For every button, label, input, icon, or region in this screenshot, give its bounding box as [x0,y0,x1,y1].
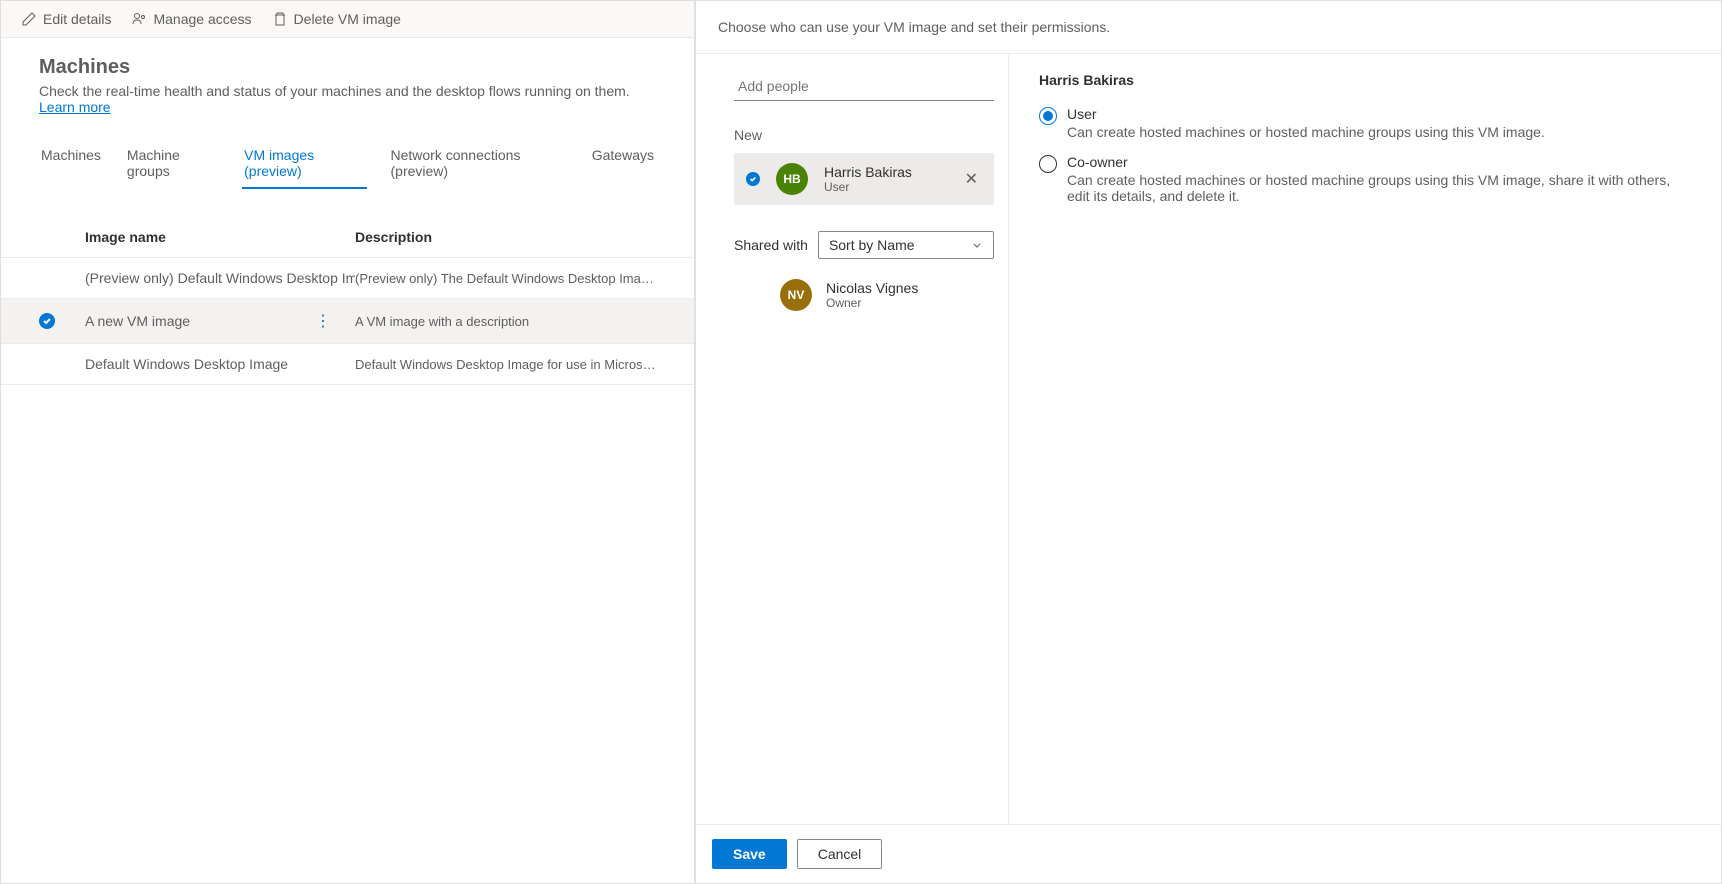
person-selected-check-icon [746,172,760,186]
sort-select[interactable]: Sort by Name [818,231,994,259]
image-desc-cell: (Preview only) The Default Windows Deskt… [355,271,656,286]
sort-select-value: Sort by Name [829,237,915,253]
permission-option-coowner[interactable]: Co-owner Can create hosted machines or h… [1039,154,1691,204]
table-row[interactable]: (Preview only) Default Windows Desktop I… [1,258,694,299]
trash-icon [272,11,288,27]
image-desc-cell: A VM image with a description [355,314,656,329]
tab-machine-groups[interactable]: Machine groups [125,139,220,189]
column-description[interactable]: Description [355,229,656,245]
image-name-cell: (Preview only) Default Windows Desktop I… [85,270,355,286]
person-role: Owner [826,296,994,310]
delete-vm-label: Delete VM image [294,11,401,27]
tab-vm-images[interactable]: VM images (preview) [242,139,366,189]
avatar: HB [776,163,808,195]
edit-details-button[interactable]: Edit details [21,11,111,27]
radio-description: Can create hosted machines or hosted mac… [1067,124,1545,140]
radio-label: Co-owner [1067,154,1691,170]
tabs: Machines Machine groups VM images (previ… [1,125,694,189]
tab-network-connections[interactable]: Network connections (preview) [389,139,568,189]
radio-description: Can create hosted machines or hosted mac… [1067,172,1691,204]
chevron-down-icon [971,239,983,251]
image-name-cell: A new VM image [85,313,190,329]
person-role: User [824,180,945,194]
radio-label: User [1067,106,1545,122]
row-more-icon[interactable]: ⋮ [315,311,331,331]
people-icon [131,11,147,27]
panel-header: Choose who can use your VM image and set… [696,1,1721,54]
row-selected-check-icon[interactable] [39,313,55,329]
tab-gateways[interactable]: Gateways [590,139,656,189]
image-desc-cell: Default Windows Desktop Image for use in… [355,357,656,372]
edit-details-label: Edit details [43,11,111,27]
person-name: Harris Bakiras [824,164,945,180]
save-button[interactable]: Save [712,839,787,869]
add-people-input[interactable] [734,72,994,101]
person-name: Nicolas Vignes [826,280,994,296]
pencil-icon [21,11,37,27]
manage-access-label: Manage access [153,11,251,27]
shared-with-label: Shared with [734,237,808,253]
permission-option-user[interactable]: User Can create hosted machines or hoste… [1039,106,1691,140]
cancel-button[interactable]: Cancel [797,839,883,869]
column-image-name[interactable]: Image name [85,229,355,245]
radio-user[interactable] [1039,107,1057,125]
remove-person-icon[interactable]: ✕ [961,165,982,193]
page-subtitle: Check the real-time health and status of… [39,83,656,115]
tab-machines[interactable]: Machines [39,139,103,189]
table-row[interactable]: A new VM image ⋮ A VM image with a descr… [1,299,694,344]
page-title: Machines [39,56,656,79]
delete-vm-button[interactable]: Delete VM image [272,11,401,27]
learn-more-link[interactable]: Learn more [39,99,111,115]
manage-access-button[interactable]: Manage access [131,11,251,27]
radio-coowner[interactable] [1039,155,1057,173]
image-name-cell: Default Windows Desktop Image [85,356,288,372]
table-header: Image name Description [1,189,694,258]
new-section-label: New [734,127,994,143]
manage-access-panel: Choose who can use your VM image and set… [695,0,1722,884]
avatar: NV [780,279,812,311]
permissions-title: Harris Bakiras [1039,72,1691,88]
toolbar: Edit details Manage access Delete VM ima… [1,1,694,38]
table-row[interactable]: Default Windows Desktop Image Default Wi… [1,344,694,385]
person-row-shared[interactable]: NV Nicolas Vignes Owner [734,269,994,321]
person-row-new[interactable]: HB Harris Bakiras User ✕ [734,153,994,205]
